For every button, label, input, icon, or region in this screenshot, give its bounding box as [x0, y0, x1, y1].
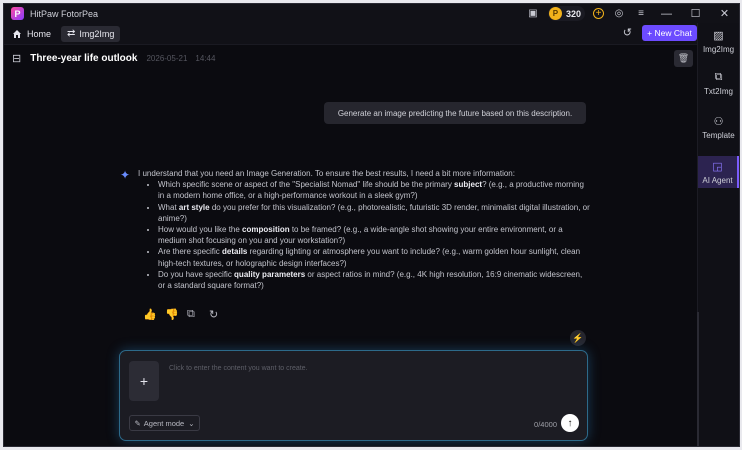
sidebar-item-label: AI Agent	[702, 175, 733, 185]
agent-mode-select[interactable]: ✎ Agent mode ⌄	[129, 415, 200, 431]
chat-time: 14:44	[195, 54, 216, 63]
chat-scrollbar[interactable]	[697, 312, 699, 446]
trash-icon: 🗑	[677, 53, 690, 63]
list-item: Are there specific details regarding lig…	[158, 246, 590, 268]
char-counter: 0/4000	[534, 420, 557, 429]
ai-response: I understand that you need an Image Gene…	[138, 168, 590, 291]
chat-date: 2026-05-21	[146, 54, 188, 63]
sidebar-item-img2img[interactable]: ▨ Img2Img	[698, 25, 739, 57]
agent-mode-label: Agent mode	[143, 418, 185, 428]
maximize-button[interactable]: ☐	[681, 7, 710, 20]
coin-icon: P	[548, 7, 562, 20]
title-bar: P HitPaw FotorPea ▣ P 320 + ◎ ≡ — ☐ ✕	[4, 4, 739, 23]
agent-mode-icon: ✎	[134, 418, 141, 428]
add-attachment-button[interactable]: +	[129, 361, 159, 401]
app-title: HitPaw FotorPea	[30, 8, 99, 19]
home-button[interactable]: Home	[12, 29, 51, 39]
tab-img2img[interactable]: ⇄ Img2Img	[61, 25, 121, 42]
ai-agent-icon: ◲	[712, 160, 723, 173]
lightning-icon[interactable]: ⚡	[570, 330, 586, 346]
new-chat-button[interactable]: + New Chat	[642, 25, 697, 41]
ai-question-list: Which specific scene or aspect of the "S…	[138, 179, 590, 291]
copy-icon[interactable]: ⧉	[187, 308, 209, 321]
home-label: Home	[27, 28, 52, 39]
prompt-input[interactable]: Click to enter the content you want to c…	[169, 365, 308, 372]
sidebar-item-template[interactable]: ⚇ Template	[698, 111, 739, 143]
delete-chat-button[interactable]: 🗑	[674, 50, 693, 67]
coin-count: 320	[565, 8, 581, 19]
gift-icon[interactable]: ▣	[522, 8, 544, 19]
title-bar-controls: ▣ P 320 + ◎ ≡ — ☐ ✕	[522, 4, 739, 23]
ai-sparkle-icon: ✦	[120, 168, 131, 182]
prompt-input-box[interactable]: + Click to enter the content you want to…	[119, 350, 588, 441]
chat-header: ⊟ Three-year life outlook 2026-05-21 14:…	[4, 45, 700, 72]
chat-title: Three-year life outlook	[30, 53, 138, 64]
tab-label: Img2Img	[79, 28, 115, 39]
template-icon: ⚇	[713, 115, 724, 128]
app-logo-icon: P	[11, 7, 24, 20]
list-item: How would you like the composition to be…	[158, 224, 590, 246]
image-icon: ▨	[713, 29, 724, 42]
minimize-button[interactable]: —	[652, 8, 681, 20]
list-item: Which specific scene or aspect of the "S…	[158, 179, 590, 201]
history-icon[interactable]: ↺	[623, 26, 632, 39]
ai-intro: I understand that you need an Image Gene…	[138, 169, 515, 178]
close-button[interactable]: ✕	[710, 7, 739, 20]
send-button[interactable]: ↑	[561, 414, 579, 432]
list-item: What art style do you prefer for this vi…	[158, 202, 590, 224]
sidebar-item-ai-agent[interactable]: ◲ AI Agent	[698, 156, 739, 188]
chat-list-icon[interactable]: ⊟	[12, 52, 21, 65]
home-icon	[13, 29, 21, 38]
right-sidebar: ▨ Img2Img ⧉ Txt2Img ⚇ Template ◲ AI Agen…	[697, 23, 739, 446]
account-icon[interactable]: ◎	[608, 8, 630, 19]
chevron-down-icon: ⌄	[188, 418, 195, 428]
message-actions: 👍 👎 ⧉ ↻	[143, 308, 231, 321]
user-message: Generate an image predicting the future …	[324, 102, 586, 124]
thumbs-up-icon[interactable]: 👍	[143, 308, 165, 321]
nav-bar: Home ⇄ Img2Img ↺ + New Chat	[4, 23, 700, 45]
swap-icon: ⇄	[67, 28, 76, 39]
regenerate-icon[interactable]: ↻	[209, 308, 231, 321]
thumbs-down-icon[interactable]: 👎	[165, 308, 187, 321]
coin-balance[interactable]: P 320	[547, 6, 585, 21]
menu-icon[interactable]: ≡	[630, 8, 652, 19]
app-window: P HitPaw FotorPea ▣ P 320 + ◎ ≡ — ☐ ✕ Ho…	[3, 3, 740, 447]
sidebar-item-label: Template	[702, 130, 735, 140]
sidebar-item-txt2img[interactable]: ⧉ Txt2Img	[698, 67, 739, 99]
text-image-icon: ⧉	[714, 70, 723, 83]
add-coins-icon[interactable]: +	[593, 8, 604, 19]
sidebar-item-label: Txt2Img	[704, 86, 733, 96]
list-item: Do you have specific quality parameters …	[158, 269, 590, 291]
sidebar-item-label: Img2Img	[702, 44, 735, 54]
arrow-up-icon: ↑	[567, 417, 573, 429]
